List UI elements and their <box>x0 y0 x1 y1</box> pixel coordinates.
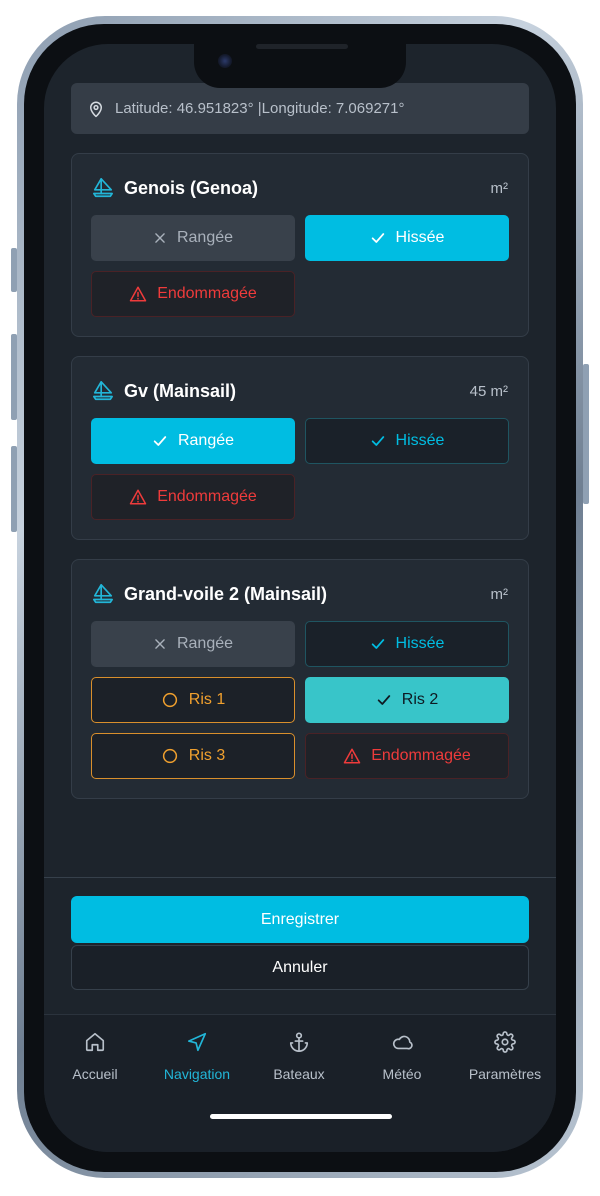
tab-boats[interactable]: Bateaux <box>248 1031 350 1095</box>
speaker-grille <box>256 44 348 49</box>
navigation-icon <box>187 1032 207 1052</box>
save-button[interactable]: Enregistrer <box>71 896 529 943</box>
gear-icon <box>494 1031 516 1053</box>
sail-area: m² <box>490 585 509 603</box>
check-icon <box>370 230 386 246</box>
phone-side-button <box>11 446 17 532</box>
damaged-button[interactable]: Endommagée <box>91 271 295 317</box>
tab-settings[interactable]: Paramètres <box>454 1031 556 1095</box>
check-icon <box>370 636 386 652</box>
tab-weather[interactable]: Météo <box>351 1031 453 1095</box>
check-icon <box>152 433 168 449</box>
bottom-tab-bar: Accueil Navigation Bateaux Météo Paramèt… <box>44 1014 556 1152</box>
sail-card-mainsail: Gv (Mainsail) 45 m² Rangée Hissée Endomm… <box>71 356 529 540</box>
hoisted-button[interactable]: Hissée <box>305 418 509 464</box>
tab-navigation[interactable]: Navigation <box>146 1031 248 1095</box>
hoisted-button[interactable]: Hissée <box>305 215 509 261</box>
check-icon <box>370 433 386 449</box>
map-pin-icon <box>90 101 102 117</box>
home-icon <box>85 1032 105 1052</box>
warning-icon <box>129 488 147 506</box>
home-indicator[interactable] <box>210 1114 392 1119</box>
damaged-button[interactable]: Endommagée <box>91 474 295 520</box>
sail-name: Grand-voile 2 (Mainsail) <box>124 583 328 604</box>
anchor-icon <box>289 1032 309 1052</box>
furled-button[interactable]: Rangée <box>91 215 295 261</box>
damaged-button[interactable]: Endommagée <box>305 733 509 779</box>
check-icon <box>376 692 392 708</box>
circle-icon <box>161 691 179 709</box>
sail-area: m² <box>490 179 509 197</box>
reef-2-button[interactable]: Ris 2 <box>305 677 509 723</box>
x-icon <box>153 231 167 245</box>
tab-home[interactable]: Accueil <box>44 1031 146 1095</box>
furled-button[interactable]: Rangée <box>91 621 295 667</box>
cloud-icon <box>392 1035 413 1050</box>
location-bar: Latitude: 46.951823° |Longitude: 7.06927… <box>71 83 529 134</box>
sail-card-genoa: Genois (Genoa) m² Rangée Hissée Endommag… <box>71 153 529 337</box>
warning-icon <box>343 747 361 765</box>
sailboat-icon <box>93 178 113 198</box>
footer-divider <box>44 877 556 878</box>
camera-lens-icon <box>218 54 232 68</box>
reef-1-button[interactable]: Ris 1 <box>91 677 295 723</box>
phone-notch <box>194 44 406 88</box>
phone-side-button <box>11 334 17 420</box>
sail-name: Genois (Genoa) <box>124 177 259 198</box>
sail-name: Gv (Mainsail) <box>124 380 237 401</box>
location-text: Latitude: 46.951823° |Longitude: 7.06927… <box>115 100 405 117</box>
hoisted-button[interactable]: Hissée <box>305 621 509 667</box>
sailboat-icon <box>93 584 113 604</box>
sail-area: 45 m² <box>469 382 508 400</box>
sail-card-mainsail-2: Grand-voile 2 (Mainsail) m² Rangée Hissé… <box>71 559 529 799</box>
warning-icon <box>129 285 147 303</box>
app-screen: Latitude: 46.951823° |Longitude: 7.06927… <box>44 44 556 1152</box>
cancel-button[interactable]: Annuler <box>71 945 529 990</box>
circle-icon <box>161 747 179 765</box>
x-icon <box>153 637 167 651</box>
phone-side-button <box>583 364 589 504</box>
furled-button[interactable]: Rangée <box>91 418 295 464</box>
reef-3-button[interactable]: Ris 3 <box>91 733 295 779</box>
phone-side-button <box>11 248 17 292</box>
sailboat-icon <box>93 381 113 401</box>
